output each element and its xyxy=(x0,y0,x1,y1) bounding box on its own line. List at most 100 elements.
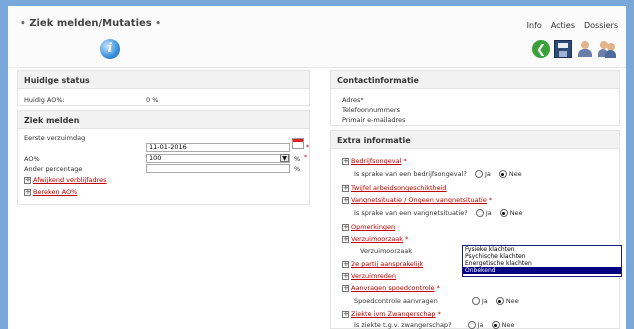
radio-nee[interactable] xyxy=(498,170,507,178)
ao-pct-unit: % xyxy=(294,155,301,163)
radio-ja[interactable] xyxy=(475,209,484,217)
ja-label: Ja xyxy=(481,297,488,305)
plus-icon[interactable]: + xyxy=(342,235,349,243)
main-frame: • Ziek melden/Mutaties • i Info Acties D… xyxy=(8,6,626,329)
ao-pct-select[interactable]: 100 xyxy=(146,154,290,163)
ao-label: Huidig AO%: xyxy=(24,96,65,104)
nee-label: Nee xyxy=(509,209,523,217)
plus-icon[interactable]: + xyxy=(342,272,349,280)
twijfel-link[interactable]: Twijfel arbeidsongeschiktheid xyxy=(351,184,447,192)
option-psychisch[interactable]: Psychische klachten xyxy=(463,253,621,260)
topbar: • Ziek melden/Mutaties • i Info Acties D… xyxy=(8,6,626,68)
plus-icon[interactable]: + xyxy=(342,196,349,204)
twijfel-expander[interactable]: + Twijfel arbeidsongeschiktheid xyxy=(342,184,447,192)
title-text: Ziek melden/Mutaties xyxy=(29,18,152,29)
save-icon[interactable] xyxy=(554,40,572,58)
plus-icon[interactable]: + xyxy=(342,284,349,292)
vangnet-question: Is sprake van een vangnetsituatie? Ja Ne… xyxy=(354,209,523,217)
extra-heading: Extra informatie xyxy=(331,131,619,149)
zwanger-question: Is ziekte t.g.v. zwangerschap? Ja Nee xyxy=(354,321,514,329)
plus-icon[interactable]: + xyxy=(342,223,349,231)
vangnet-q-text: Is sprake van een vangnetsituatie? xyxy=(354,209,468,217)
plus-icon[interactable]: + xyxy=(24,188,31,196)
menu-acties[interactable]: Acties xyxy=(551,21,575,30)
verzuimoorzaak-link[interactable]: Verzuimoorzaak xyxy=(351,235,403,243)
opmerkingen-link[interactable]: Opmerkingen xyxy=(351,223,395,231)
plus-icon[interactable]: + xyxy=(24,176,31,184)
vangnet-expander[interactable]: + Vangnetsituatie / Ongeen vangnetsituati… xyxy=(342,196,492,204)
derde-link[interactable]: 2e partij aansprakelijk xyxy=(351,260,423,268)
title-bullet-end: • xyxy=(155,19,161,29)
contact-heading: Contactinformatie xyxy=(331,71,619,89)
radio-ja[interactable] xyxy=(471,297,480,305)
page-title: • Ziek melden/Mutaties • xyxy=(20,18,161,29)
radio-nee[interactable] xyxy=(495,297,504,305)
contact-phones: Telefoonnummers xyxy=(342,106,400,114)
plus-icon[interactable]: + xyxy=(342,184,349,192)
radio-ja[interactable] xyxy=(474,170,483,178)
option-energetisch[interactable]: Energetische klachten xyxy=(463,260,621,267)
first-day-label: Eerste verzuimdag xyxy=(24,134,86,142)
vangnet-link[interactable]: Vangnetsituatie / Ongeen vangnetsituatie xyxy=(351,196,487,204)
contact-address: Adres* xyxy=(342,96,364,104)
ao-pct-label: AO% xyxy=(24,155,40,163)
verzuimreden-link[interactable]: Verzuimreden xyxy=(351,272,396,280)
spoed-q-text: Spoedcontrole aanvragen xyxy=(354,297,438,305)
radio-nee[interactable] xyxy=(491,321,500,329)
ziek-heading: Ziek melden xyxy=(18,111,309,129)
zwanger-q-text: Is ziekte t.g.v. zwangerschap? xyxy=(354,321,452,329)
calc-expander[interactable]: + Bereken AO% xyxy=(24,188,77,196)
ja-label: Ja xyxy=(485,209,492,217)
ja-label: Ja xyxy=(477,321,484,329)
bedrijfsongeval-expander[interactable]: + Bedrijfsongeval * xyxy=(342,157,407,165)
zwanger-expander[interactable]: + Ziekte ivm Zwangerschap * xyxy=(342,310,441,318)
other-pct-input[interactable] xyxy=(146,164,290,173)
calc-ao-link[interactable]: Bereken AO% xyxy=(33,188,77,196)
alt-address-link[interactable]: Afwijkend verblijfadres xyxy=(33,176,107,184)
derde-expander[interactable]: +2e partij aansprakelijk xyxy=(342,260,423,268)
bedrijfsongeval-link[interactable]: Bedrijfsongeval xyxy=(351,157,401,165)
back-arrow-icon[interactable]: ❮ xyxy=(532,40,550,58)
user-icon[interactable] xyxy=(576,40,594,58)
menu-dossiers[interactable]: Dossiers xyxy=(584,21,618,30)
nee-label: Nee xyxy=(508,170,522,178)
first-day-required: * xyxy=(306,143,310,151)
bedrijfsongeval-question: Is sprake van een bedrijfsongeval? Ja Ne… xyxy=(354,170,522,178)
other-pct-unit: % xyxy=(294,165,301,173)
plus-icon[interactable]: + xyxy=(342,260,349,268)
spoed-expander[interactable]: + Aanvragen spoedcontrole * xyxy=(342,284,440,292)
zwanger-link[interactable]: Ziekte ivm Zwangerschap xyxy=(351,310,436,318)
ao-value: 0 % xyxy=(146,96,159,104)
toolbar-icons: ❮ xyxy=(532,40,616,58)
top-menu: Info Acties Dossiers xyxy=(527,21,618,30)
contact-email: Primair e-mailadres xyxy=(342,116,406,124)
ao-pct-required: * xyxy=(304,153,308,161)
ja-label: Ja xyxy=(484,170,491,178)
option-fysiek[interactable]: Fysieke klachten xyxy=(463,246,621,253)
users-icon[interactable] xyxy=(598,40,616,58)
opmerkingen-expander[interactable]: + Opmerkingen xyxy=(342,223,395,231)
chevron-down-icon[interactable]: ▼ xyxy=(280,154,289,162)
plus-icon[interactable]: + xyxy=(342,157,349,165)
address-expander[interactable]: + Afwijkend verblijfadres xyxy=(24,176,107,184)
option-onbekend[interactable]: Onbekend xyxy=(463,267,621,274)
spoed-question: Spoedcontrole aanvragen Ja Nee xyxy=(354,297,519,305)
other-pct-label: Ander percentage xyxy=(24,165,83,173)
bedrijfsongeval-q-text: Is sprake van een bedrijfsongeval? xyxy=(354,170,467,178)
verzuimoorzaak-label: Verzuimoorzaak xyxy=(360,247,413,255)
plus-icon[interactable]: + xyxy=(342,310,349,318)
radio-nee[interactable] xyxy=(499,209,508,217)
nee-label: Nee xyxy=(501,321,515,329)
verzuimoorzaak-expander[interactable]: + Verzuimoorzaak * xyxy=(342,235,408,243)
verzuimoorzaak-listbox[interactable]: Fysieke klachten Psychische klachten Ene… xyxy=(462,245,622,277)
radio-ja[interactable] xyxy=(467,321,476,329)
verzuimreden-expander[interactable]: + Verzuimreden xyxy=(342,272,396,280)
menu-info[interactable]: Info xyxy=(527,21,542,30)
calendar-icon[interactable] xyxy=(292,138,304,149)
spoed-link[interactable]: Aanvragen spoedcontrole xyxy=(351,284,435,292)
status-heading: Huidige status xyxy=(18,71,309,89)
first-day-input[interactable]: 11-01-2016 xyxy=(146,143,290,152)
info-help-icon[interactable]: i xyxy=(100,39,120,59)
nee-label: Nee xyxy=(505,297,519,305)
title-bullet: • xyxy=(20,19,26,29)
